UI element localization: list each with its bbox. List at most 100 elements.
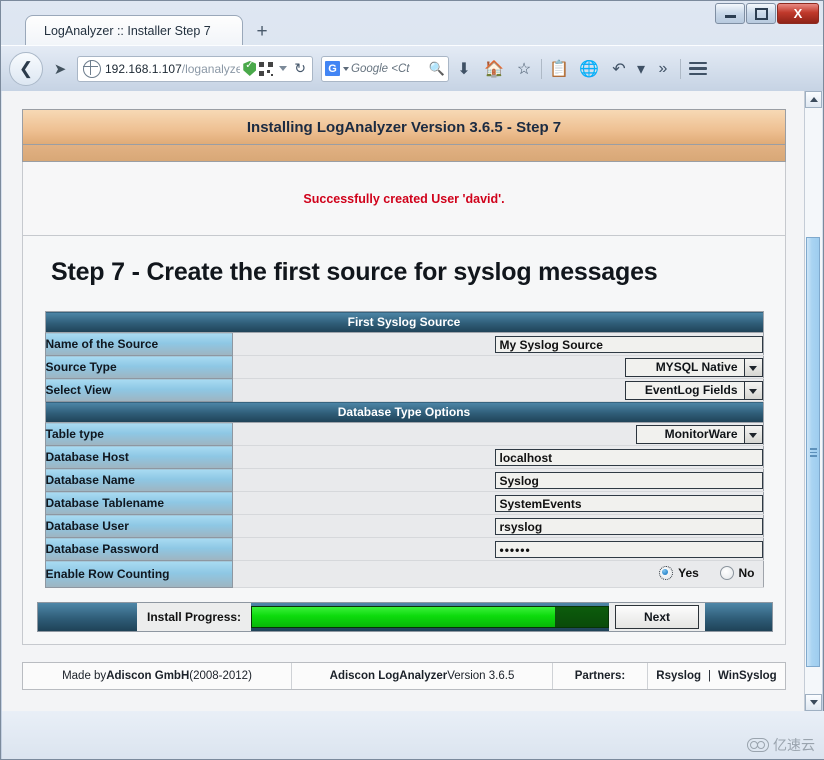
table-row: Database Tablename SystemEvents bbox=[45, 492, 763, 515]
table-row: Database Name Syslog bbox=[45, 469, 763, 492]
google-icon[interactable]: G bbox=[325, 61, 340, 76]
radio-yes-icon[interactable] bbox=[659, 566, 673, 580]
source-type-select[interactable]: MYSQL Native bbox=[625, 358, 763, 377]
row-label-database-name: Database Name bbox=[45, 469, 232, 492]
overflow-chevron-down-icon[interactable]: ▾ bbox=[634, 54, 648, 84]
row-counting-no-option[interactable]: No bbox=[720, 566, 755, 580]
database-password-input[interactable]: •••••• bbox=[495, 541, 763, 558]
reload-icon[interactable]: ↻ bbox=[294, 60, 306, 77]
undo-icon[interactable]: ↶ bbox=[604, 54, 634, 84]
caret-up-icon bbox=[810, 97, 818, 102]
chevron-down-icon[interactable] bbox=[744, 426, 762, 443]
row-label-database-host: Database Host bbox=[45, 446, 232, 469]
footer-partners-label: Partners: bbox=[553, 663, 648, 689]
row-value-enable-row-counting: Yes No bbox=[373, 561, 764, 588]
partner-link-rsyslog[interactable]: Rsyslog bbox=[656, 670, 701, 682]
reader-list-icon[interactable]: 📋 bbox=[544, 54, 574, 84]
select-view-select[interactable]: EventLog Fields bbox=[625, 381, 763, 400]
window-controls: X bbox=[715, 3, 819, 24]
page-viewport: Installing LogAnalyzer Version 3.6.5 - S… bbox=[2, 91, 822, 711]
browser-tab-loganalyzer[interactable]: LogAnalyzer :: Installer Step 7 bbox=[25, 15, 243, 45]
source-name-input[interactable]: My Syslog Source bbox=[495, 336, 763, 353]
watermark-text: 亿速云 bbox=[773, 735, 815, 755]
chevron-down-icon[interactable] bbox=[279, 66, 287, 71]
close-icon: X bbox=[794, 7, 803, 20]
footer-made-by: Made by Adiscon GmbH (2008-2012) bbox=[23, 663, 292, 689]
row-spacer bbox=[232, 333, 373, 356]
home-icon[interactable]: 🏠 bbox=[479, 54, 509, 84]
banner-title: Installing LogAnalyzer Version 3.6.5 - S… bbox=[247, 119, 561, 136]
minimize-button[interactable] bbox=[715, 3, 745, 24]
progress-label: Install Progress: bbox=[147, 610, 241, 624]
table-row: Name of the Source My Syslog Source bbox=[45, 333, 763, 356]
next-button-label: Next bbox=[644, 610, 670, 624]
tab-strip: LogAnalyzer :: Installer Step 7 + bbox=[1, 15, 275, 45]
row-value-database-tablename: SystemEvents bbox=[373, 492, 764, 515]
search-bar[interactable]: G Google <Ct 🔍 bbox=[321, 56, 449, 82]
row-counting-yes-option[interactable]: Yes bbox=[659, 566, 699, 580]
back-button[interactable]: ❮ bbox=[9, 52, 43, 86]
forward-button[interactable]: ➤ bbox=[45, 54, 75, 84]
chevron-down-icon[interactable] bbox=[744, 359, 762, 376]
row-spacer bbox=[232, 423, 373, 446]
search-engine-chevron-icon[interactable] bbox=[343, 67, 349, 71]
search-icon[interactable]: 🔍 bbox=[429, 61, 445, 77]
next-button[interactable]: Next bbox=[615, 605, 699, 629]
menu-button[interactable] bbox=[683, 54, 713, 84]
database-tablename-input[interactable]: SystemEvents bbox=[495, 495, 763, 512]
page-title: Step 7 - Create the first source for sys… bbox=[51, 258, 771, 287]
row-value-database-name: Syslog bbox=[373, 469, 764, 492]
row-value-name-of-the-source: My Syslog Source bbox=[373, 333, 764, 356]
chevron-down-icon[interactable] bbox=[744, 382, 762, 399]
forward-arrow-icon: ➤ bbox=[54, 60, 67, 78]
table-type-select[interactable]: MonitorWare bbox=[636, 425, 763, 444]
select-view-selected-value: EventLog Fields bbox=[626, 382, 744, 399]
title-bar: LogAnalyzer :: Installer Step 7 + X bbox=[1, 1, 823, 45]
close-button[interactable]: X bbox=[777, 3, 819, 24]
toolbar-divider-2 bbox=[680, 59, 681, 79]
cloud-icon bbox=[747, 738, 769, 752]
back-arrow-icon: ❮ bbox=[19, 59, 33, 79]
footer-partners-links: Rsyslog | WinSyslog bbox=[648, 663, 785, 689]
scroll-down-button[interactable] bbox=[805, 694, 822, 711]
bookmark-star-icon[interactable]: ☆ bbox=[509, 54, 539, 84]
row-label-name-of-the-source: Name of the Source bbox=[45, 333, 232, 356]
footer-years: (2008-2012) bbox=[189, 670, 252, 682]
row-value-select-view: EventLog Fields bbox=[373, 379, 764, 402]
database-name-input[interactable]: Syslog bbox=[495, 472, 763, 489]
install-progress-bar-row: Install Progress: Next bbox=[37, 602, 773, 632]
qr-code-icon[interactable] bbox=[259, 62, 273, 76]
globe-blue-icon[interactable]: 🌐 bbox=[574, 54, 604, 84]
new-tab-label: + bbox=[256, 21, 267, 43]
table-row: Source Type MYSQL Native bbox=[45, 356, 763, 379]
new-tab-button[interactable]: + bbox=[249, 19, 275, 45]
vertical-scrollbar[interactable] bbox=[804, 91, 822, 711]
partner-separator: | bbox=[708, 670, 711, 682]
chevron-double-right-icon[interactable]: » bbox=[648, 54, 678, 84]
navigation-toolbar: ❮ ➤ 192.168.1.107/loganalyzer/install. ↻… bbox=[1, 45, 823, 91]
table-row: Database Password •••••• bbox=[45, 538, 763, 561]
address-bar[interactable]: 192.168.1.107/loganalyzer/install. ↻ bbox=[77, 56, 313, 82]
footer-product: Adiscon LogAnalyzer Version 3.6.5 bbox=[292, 663, 553, 689]
hamburger-icon bbox=[689, 62, 707, 76]
table-row: Select View EventLog Fields bbox=[45, 379, 763, 402]
footer-product-name: Adiscon LogAnalyzer bbox=[330, 670, 448, 682]
url-text: 192.168.1.107/loganalyzer/install. bbox=[105, 62, 240, 76]
scroll-up-button[interactable] bbox=[805, 91, 822, 108]
partner-link-winsyslog[interactable]: WinSyslog bbox=[718, 670, 777, 682]
database-host-input[interactable]: localhost bbox=[495, 449, 763, 466]
search-input[interactable]: Google <Ct bbox=[351, 63, 429, 75]
row-value-database-user: rsyslog bbox=[373, 515, 764, 538]
row-value-database-host: localhost bbox=[373, 446, 764, 469]
browser-window: LogAnalyzer :: Installer Step 7 + X ❮ ➤ … bbox=[0, 0, 824, 760]
radio-no-icon[interactable] bbox=[720, 566, 734, 580]
watermark: 亿速云 bbox=[747, 735, 815, 755]
security-shield-icon[interactable] bbox=[243, 61, 256, 76]
banner-stripe bbox=[22, 145, 786, 162]
scrollbar-thumb[interactable] bbox=[806, 237, 820, 667]
downloads-icon[interactable]: ⬇ bbox=[449, 54, 479, 84]
row-label-database-password: Database Password bbox=[45, 538, 232, 561]
database-user-input[interactable]: rsyslog bbox=[495, 518, 763, 535]
maximize-button[interactable] bbox=[746, 3, 776, 24]
progress-fill bbox=[252, 607, 555, 627]
